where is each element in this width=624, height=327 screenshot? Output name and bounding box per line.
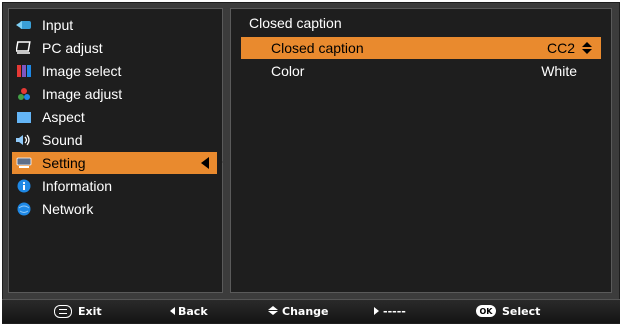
setting-icon [16, 156, 32, 170]
sidebar-item-label: Setting [42, 155, 86, 171]
sidebar-item-label: Input [42, 17, 74, 33]
sound-icon [16, 133, 32, 147]
up-down-arrows-icon[interactable] [581, 42, 593, 54]
sidebar-item-label: Information [42, 178, 113, 194]
next-hint: ----- [374, 304, 406, 318]
closed-caption-value: CC2 [546, 40, 575, 56]
left-arrow-icon [170, 307, 175, 315]
aspect-icon [16, 110, 32, 124]
select-label: Select [502, 304, 541, 318]
back-hint: Back [170, 304, 208, 318]
input-icon [16, 18, 32, 32]
select-hint: OK Select [476, 304, 540, 318]
sidebar-item-aspect[interactable]: Aspect [12, 106, 217, 128]
change-hint: Change [268, 304, 329, 318]
pc-adjust-icon [16, 41, 32, 55]
sidebar-item-label: Aspect [42, 109, 85, 125]
sidebar-item-label: Network [42, 201, 94, 217]
sidebar-item-setting[interactable]: Setting [12, 152, 217, 174]
sidebar-item-information[interactable]: Information [12, 175, 217, 197]
ok-button-icon: OK [476, 305, 496, 317]
sidebar-item-label: Image adjust [42, 86, 123, 102]
network-icon [16, 202, 32, 216]
sidebar-item-network[interactable]: Network [12, 198, 217, 220]
color-value: White [541, 63, 577, 79]
up-down-arrow-icon [268, 306, 278, 316]
submenu-open-arrow-icon [201, 157, 209, 169]
sidebar-item-image-adjust[interactable]: Image adjust [12, 83, 217, 105]
color-row[interactable]: Color White [241, 60, 601, 82]
back-label: Back [178, 304, 208, 318]
row-label: Closed caption [271, 40, 364, 56]
sidebar-item-label: Image select [42, 63, 122, 79]
image-adjust-icon [16, 87, 32, 101]
next-label: ----- [383, 304, 406, 318]
submenu-title: Closed caption [249, 15, 342, 31]
exit-hint: Exit [54, 304, 102, 318]
sidebar-item-pc-adjust[interactable]: PC adjust [12, 37, 217, 59]
exit-label: Exit [78, 304, 102, 318]
sidebar-item-label: PC adjust [42, 40, 103, 56]
information-icon [16, 179, 32, 193]
row-label: Color [271, 63, 305, 79]
closed-caption-row[interactable]: Closed caption CC2 [241, 37, 601, 59]
change-label: Change [282, 304, 329, 318]
sidebar-item-input[interactable]: Input [12, 14, 217, 36]
key-guide-bar: Exit Back Change ----- OK Select [2, 299, 620, 323]
right-arrow-icon [374, 307, 379, 315]
sidebar-item-sound[interactable]: Sound [12, 129, 217, 151]
sidebar-item-image-select[interactable]: Image select [12, 60, 217, 82]
sidebar-item-label: Sound [42, 132, 83, 148]
menu-button-icon [54, 304, 72, 318]
submenu-panel: Closed caption Closed caption CC2 Color … [230, 8, 612, 293]
image-select-icon [16, 64, 32, 78]
